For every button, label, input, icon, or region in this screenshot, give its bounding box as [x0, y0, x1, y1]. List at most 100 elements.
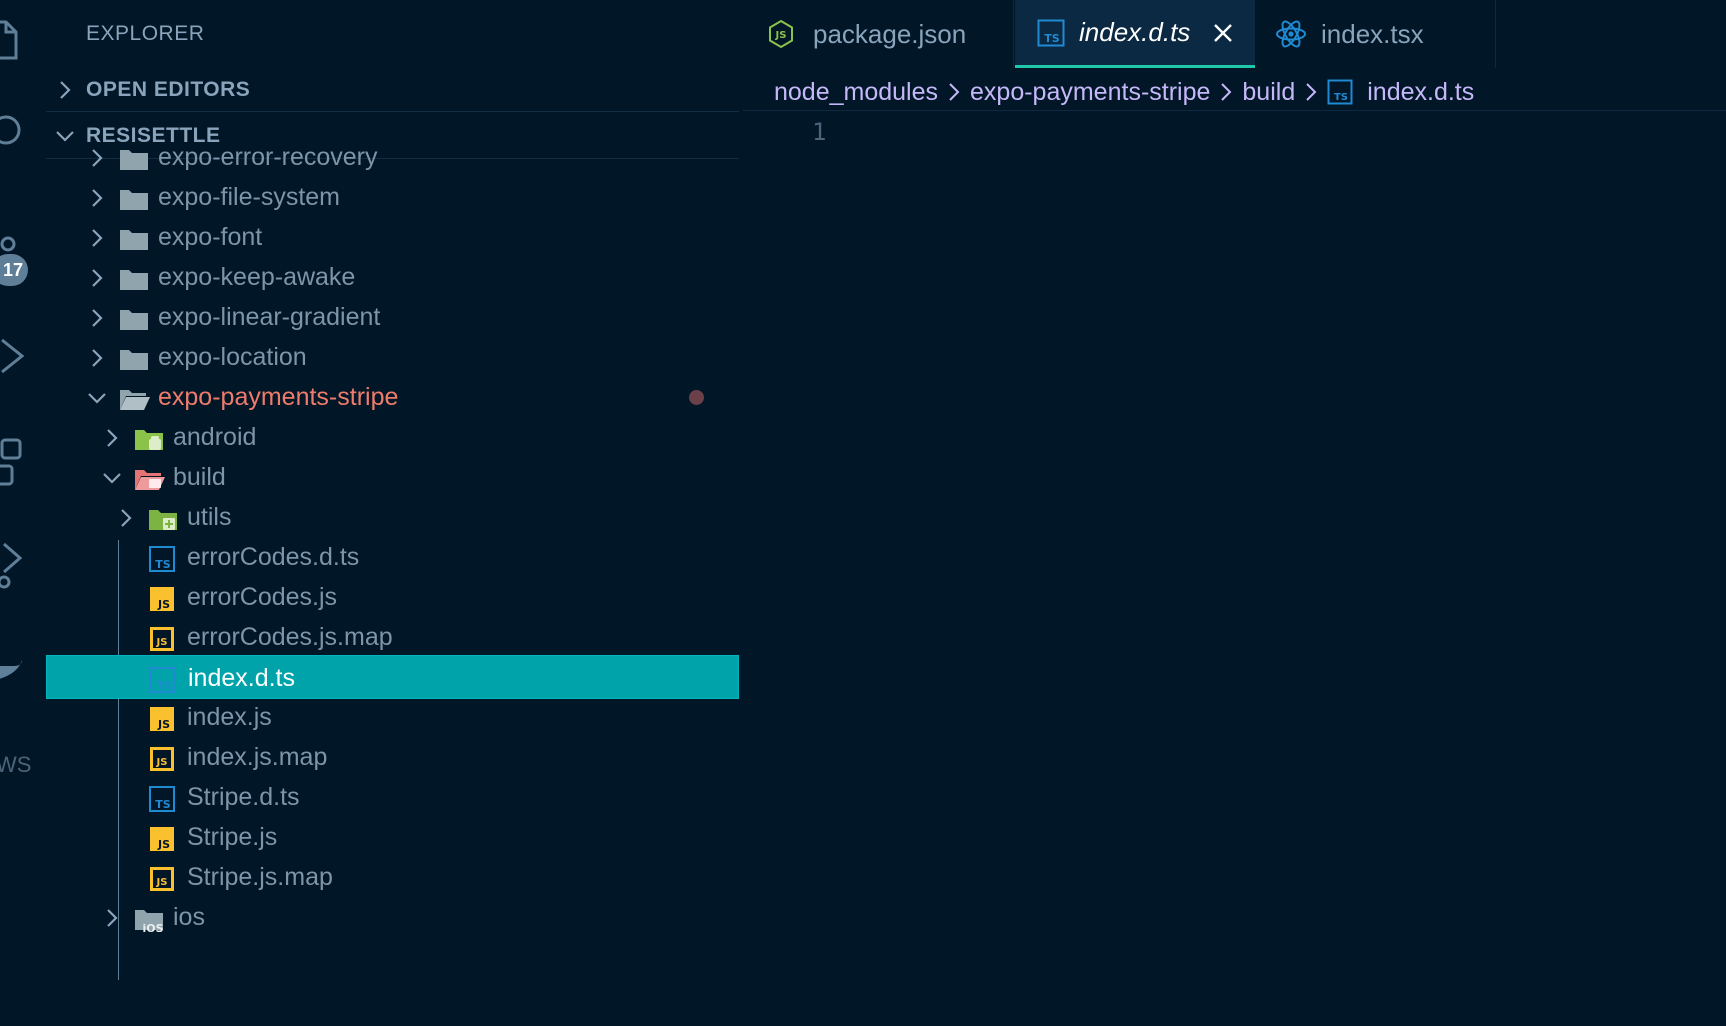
- tree-item-label: expo-error-recovery: [158, 143, 378, 171]
- tree-item-label: Stripe.js.map: [187, 863, 333, 891]
- folder-icon: [120, 350, 148, 370]
- run-debug-icon[interactable]: [0, 336, 30, 376]
- svg-text:JS: JS: [157, 838, 170, 851]
- chevron-right-icon: [121, 509, 132, 527]
- activity-bar: 17 WS: [0, 0, 46, 1026]
- chevron-right-icon: [92, 149, 103, 167]
- chevron-right-icon: [92, 309, 103, 327]
- chevron-right-icon: [92, 269, 103, 287]
- tree-file[interactable]: JS Stripe.js: [46, 815, 739, 859]
- tab-package-json[interactable]: JS package.json: [743, 0, 1013, 68]
- js-map-icon: JS: [150, 867, 174, 891]
- tree-file[interactable]: TS errorCodes.d.ts: [46, 535, 739, 579]
- tree-folder[interactable]: build: [46, 455, 739, 499]
- tab-index-tsx[interactable]: index.tsx: [1255, 0, 1495, 68]
- search-icon[interactable]: [0, 112, 30, 152]
- source-control-icon[interactable]: [0, 234, 30, 254]
- svg-text:TS: TS: [155, 558, 171, 571]
- tree-item-label: index.js: [187, 703, 272, 731]
- tree-item-label: expo-payments-stripe: [158, 383, 399, 411]
- ios-folder-icon: iOS: [135, 910, 164, 934]
- chevron-right-icon: [60, 81, 71, 99]
- tree-folder[interactable]: expo-font: [46, 215, 739, 259]
- tree-file[interactable]: TS Stripe.d.ts: [46, 775, 739, 819]
- chevron-right-icon: [1306, 83, 1317, 101]
- tree-item-label: expo-keep-awake: [158, 263, 356, 291]
- open-editors-section[interactable]: OPEN EDITORS: [46, 68, 739, 112]
- tree-folder[interactable]: expo-linear-gradient: [46, 295, 739, 339]
- chevron-right-icon: [92, 229, 103, 247]
- tree-item-label: ios: [173, 903, 205, 931]
- folder-icon: [120, 310, 148, 330]
- svg-text:iOS: iOS: [142, 922, 163, 934]
- nodejs-icon: JS: [769, 19, 793, 49]
- tab-label: index.tsx: [1321, 18, 1424, 49]
- typescript-icon: TS: [149, 546, 175, 572]
- breadcrumb-build[interactable]: build: [1242, 78, 1295, 107]
- tree-item-label: android: [173, 423, 257, 451]
- tree-file[interactable]: JS index.js: [46, 695, 739, 739]
- tree-item-label: build: [173, 463, 226, 491]
- tree-folder[interactable]: android: [46, 415, 739, 459]
- js-map-icon: JS: [150, 627, 174, 651]
- tree-file[interactable]: JS errorCodes.js.map: [46, 615, 739, 659]
- remote-explorer-icon[interactable]: [0, 538, 30, 594]
- folder-icon: [120, 230, 148, 250]
- typescript-icon: TS: [1327, 79, 1353, 105]
- chevron-down-icon: [103, 473, 121, 484]
- folder-icon: [120, 150, 148, 170]
- react-icon: [1276, 20, 1306, 48]
- typescript-icon: TS: [1037, 19, 1065, 46]
- explorer-title: EXPLORER: [86, 22, 205, 45]
- tree-item-label: expo-linear-gradient: [158, 303, 381, 331]
- source-control-badge: 17: [0, 254, 28, 286]
- chevron-right-icon: [107, 429, 118, 447]
- folder-icon: [120, 270, 148, 290]
- editor-top-border: [743, 110, 1726, 111]
- tree-item-label: index.js.map: [187, 743, 328, 771]
- tree-item-label: expo-font: [158, 223, 263, 251]
- tree-file[interactable]: JS index.js.map: [46, 735, 739, 779]
- svg-text:TS: TS: [1044, 32, 1060, 45]
- tree-folder[interactable]: iOS ios: [46, 895, 739, 939]
- tree-folder[interactable]: expo-error-recovery: [46, 135, 739, 179]
- tree-item-label: errorCodes.js: [187, 583, 338, 611]
- line-number: 1: [812, 118, 827, 146]
- tree-file[interactable]: JS Stripe.js.map: [46, 855, 739, 899]
- tab-divider: [1013, 0, 1014, 68]
- tree-folder[interactable]: expo-payments-stripe: [46, 375, 739, 419]
- svg-text:TS: TS: [155, 798, 171, 811]
- build-folder-icon: [135, 470, 165, 490]
- tab-label: package.json: [813, 18, 967, 49]
- folder-open-icon: [120, 390, 150, 410]
- tree-file[interactable]: JS errorCodes.js: [46, 575, 739, 619]
- svg-text:TS: TS: [156, 679, 172, 692]
- aws-icon[interactable]: WS: [0, 752, 31, 778]
- extensions-icon[interactable]: [0, 436, 30, 492]
- typescript-icon: TS: [149, 786, 175, 812]
- breadcrumb-file[interactable]: index.d.ts: [1367, 78, 1474, 107]
- breadcrumb-package[interactable]: expo-payments-stripe: [970, 78, 1210, 107]
- javascript-icon: JS: [150, 587, 174, 611]
- docker-icon[interactable]: [0, 650, 30, 690]
- tree-item-label: errorCodes.js.map: [187, 623, 393, 651]
- chevron-right-icon: [92, 349, 103, 367]
- close-icon[interactable]: [1212, 22, 1234, 44]
- tree-folder[interactable]: expo-file-system: [46, 175, 739, 219]
- tree-folder[interactable]: expo-keep-awake: [46, 255, 739, 299]
- explorer-sidebar: EXPLORER OPEN EDITORS RESISETTLE expo-er…: [46, 0, 739, 1026]
- tree-folder[interactable]: expo-location: [46, 335, 739, 379]
- tree-item-label: Stripe.js: [187, 823, 278, 851]
- open-editors-label: OPEN EDITORS: [86, 78, 251, 101]
- tree-file[interactable]: TS index.d.ts: [46, 655, 739, 699]
- breadcrumb-node-modules[interactable]: node_modules: [774, 78, 938, 107]
- utils-folder-icon: [149, 510, 177, 530]
- files-icon[interactable]: [0, 18, 30, 62]
- svg-text:JS: JS: [775, 30, 787, 41]
- tab-index-d-ts[interactable]: TS index.d.ts: [1015, 0, 1255, 68]
- svg-text:JS: JS: [156, 877, 168, 888]
- tree-item-label: utils: [187, 503, 232, 531]
- tree-item-label: index.d.ts: [188, 664, 296, 692]
- editor-tabs: JS package.json TS index.d.ts index.tsx: [743, 0, 1726, 68]
- tree-folder[interactable]: utils: [46, 495, 739, 539]
